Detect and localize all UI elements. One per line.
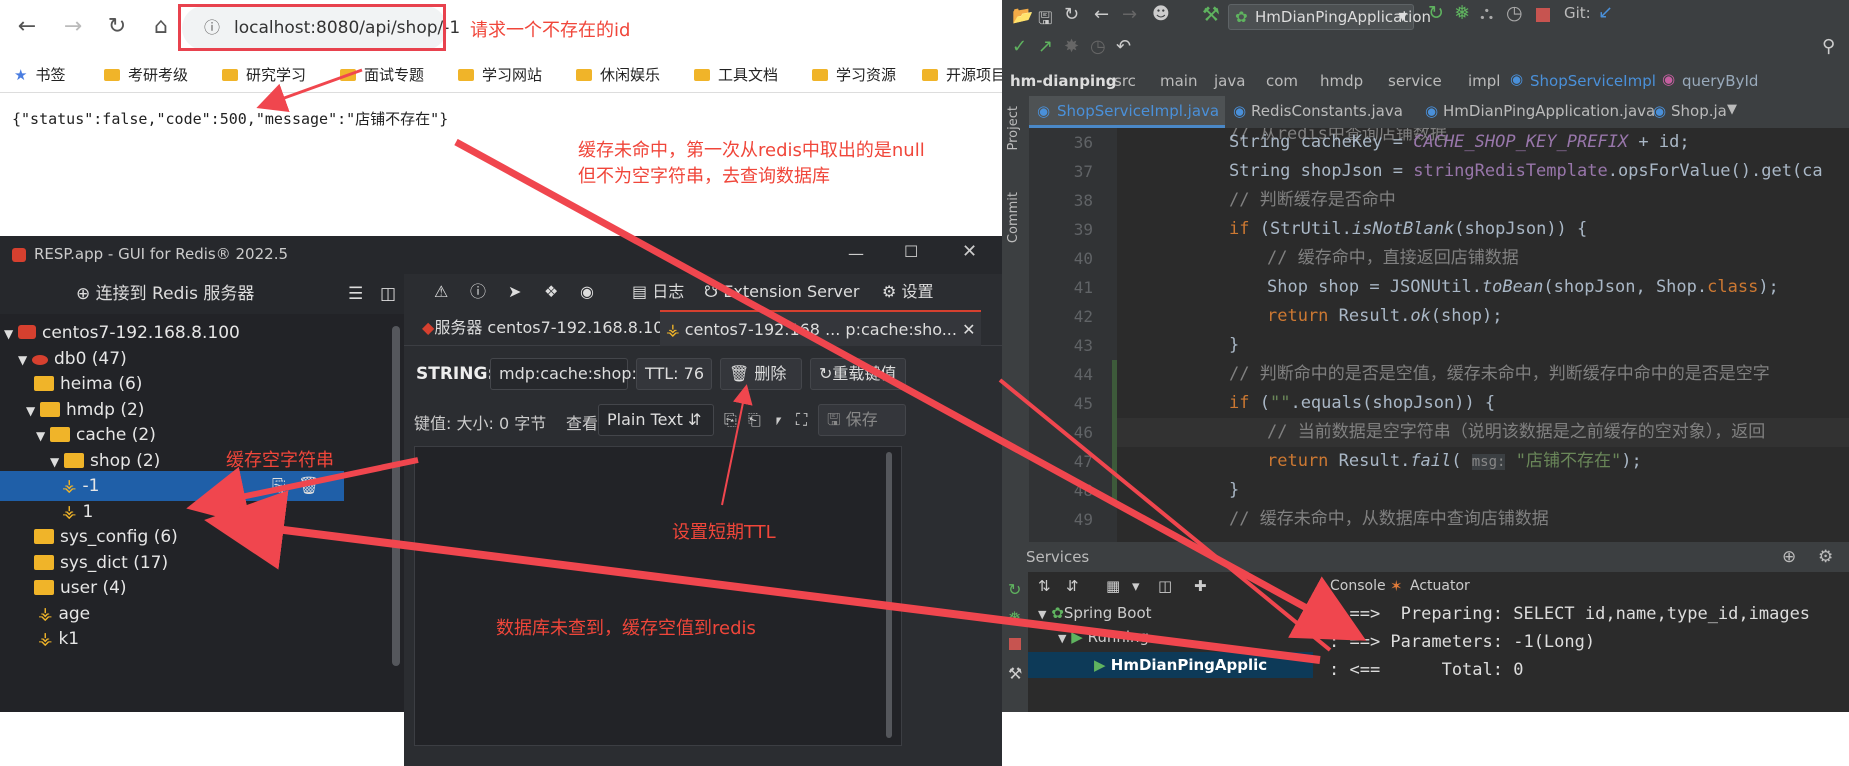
annotation-arrows <box>186 68 1367 664</box>
arrow-db-miss <box>204 490 1321 664</box>
arrow-url <box>256 68 363 112</box>
arrow-empty-string <box>186 457 419 526</box>
arrow-ttl <box>721 384 753 506</box>
arrow-db-miss-guide <box>998 378 1332 652</box>
